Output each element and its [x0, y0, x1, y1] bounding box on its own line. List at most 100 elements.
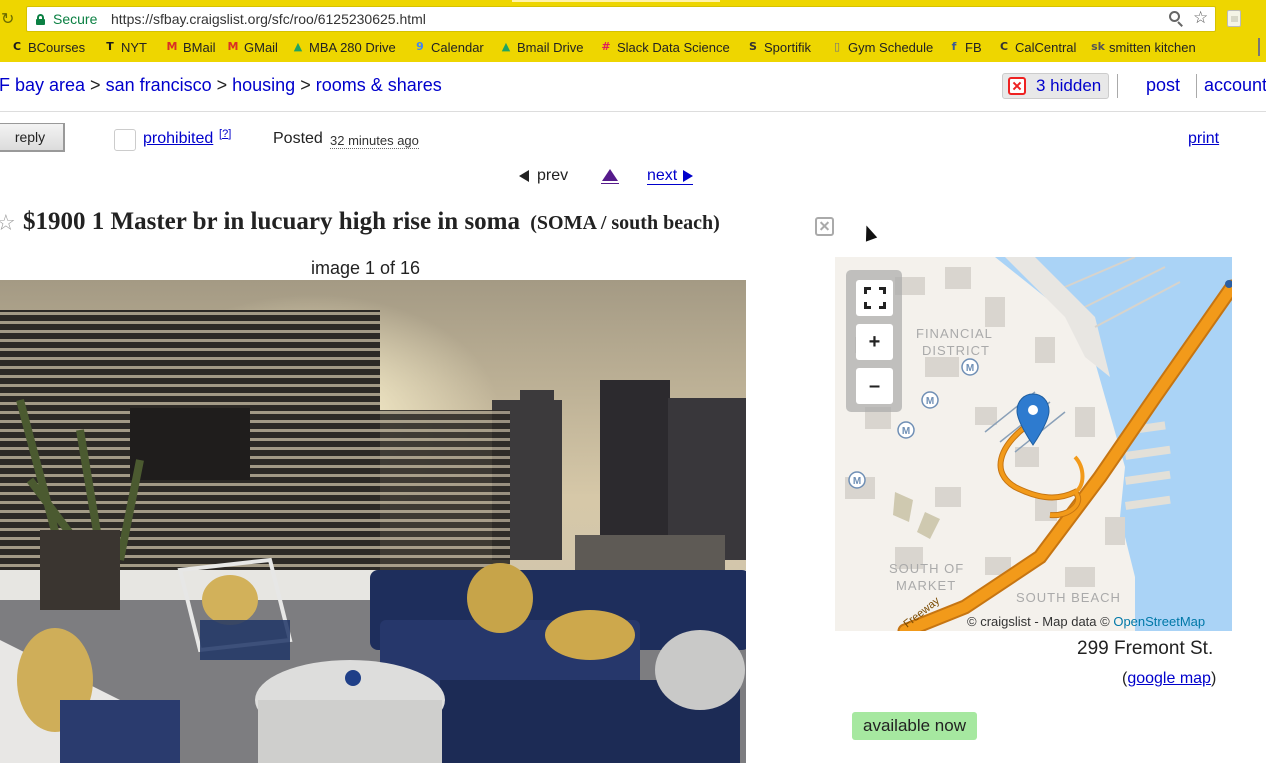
reply-button[interactable]: reply [0, 123, 65, 152]
bookmark-bcourses[interactable]: C BCourses [10, 36, 85, 58]
print-link[interactable]: print [1188, 130, 1219, 148]
lock-icon [36, 14, 45, 25]
svg-text:M: M [966, 363, 974, 374]
bookmark-mba-280-drive[interactable]: ▲ MBA 280 Drive [291, 36, 396, 58]
next-arrow-icon [683, 169, 694, 182]
svg-text:M: M [926, 396, 934, 407]
fullscreen-icon [863, 287, 886, 309]
account-link[interactable]: account [1204, 75, 1266, 96]
map-label-south-beach: SOUTH BEACH [1016, 590, 1121, 605]
url-text[interactable]: https://sfbay.craigslist.org/sfc/roo/612… [111, 11, 426, 27]
bookmarks-bar: C BCourses T NYT M BMail M GMail ▲ MBA 280 Drive 9… [0, 36, 1266, 58]
neighborhood: (SOMA / south beach) [530, 212, 720, 234]
image-counter: image 1 of 16 [311, 258, 421, 278]
minus-icon: – [868, 374, 881, 397]
hide-x-icon [1008, 77, 1026, 95]
flag-checkbox[interactable] [114, 129, 136, 151]
bookmark-star-icon[interactable]: ☆ [1193, 8, 1208, 28]
zoom-icon[interactable] [1169, 11, 1185, 27]
back-to-search-icon[interactable] [601, 167, 619, 185]
map-label-market: MARKET [896, 578, 956, 593]
smitten-kitchen-icon: sk [1091, 40, 1105, 53]
address-bar[interactable]: Secure https://sfbay.craigslist.org/sfc/… [26, 6, 1216, 32]
divider [1117, 74, 1118, 98]
bookmark-slack-data-science[interactable]: # Slack Data Science [599, 36, 730, 58]
bookmark-label: Bmail Drive [517, 39, 584, 55]
page-icon: ▯ [833, 40, 841, 53]
openstreetmap-link[interactable]: OpenStreetMap [1113, 614, 1205, 629]
zoom-in-button[interactable]: + [856, 324, 893, 360]
svg-text:M: M [902, 426, 910, 437]
hidden-count-label: 3 hidden [1036, 76, 1102, 95]
bookmark-label: Sportifik [764, 39, 811, 55]
map-controls: + – [846, 270, 902, 412]
crumb-subarea[interactable]: san francisco [106, 75, 212, 95]
map-attribution: © craigslist - Map data © OpenStreetMap [967, 614, 1205, 629]
zoom-out-button[interactable]: – [856, 368, 893, 404]
bookmark-smitten-kitchen[interactable]: sk smitten kitchen [1091, 36, 1196, 58]
flag-help-link[interactable]: [?] [219, 128, 231, 140]
bookmark-fb[interactable]: f FB [947, 36, 982, 58]
hide-posting-icon[interactable] [815, 217, 834, 236]
secure-label: Secure [53, 11, 98, 27]
google-map-link[interactable]: google map [1127, 670, 1211, 687]
slack-icon: # [601, 40, 611, 53]
sportifik-icon: S [749, 40, 757, 53]
bookmark-bmail-drive[interactable]: ▲ Bmail Drive [499, 36, 584, 58]
bookmark-label: BCourses [28, 39, 86, 55]
bookmark-calcentral[interactable]: C CalCentral [997, 36, 1076, 58]
bookmark-label: CalCentral [1015, 39, 1077, 55]
map-label-financial: FINANCIAL [916, 326, 993, 341]
bookmark-label: smitten kitchen [1109, 39, 1196, 55]
crumb-category[interactable]: housing [232, 75, 295, 95]
mouse-cursor-icon [860, 223, 878, 242]
calcentral-icon: C [999, 40, 1009, 53]
bookmark-gym-schedule[interactable]: ▯ Gym Schedule [830, 36, 933, 58]
bookmark-label: Gym Schedule [848, 39, 934, 55]
hidden-postings-button[interactable]: 3 hidden [1002, 73, 1109, 99]
plus-icon: + [868, 330, 881, 353]
prev-posting[interactable]: prev [519, 167, 568, 185]
crumb-subcategory[interactable]: rooms & shares [316, 75, 442, 95]
bookmark-label: NYT [121, 39, 147, 55]
availability-badge: available now [852, 712, 977, 740]
bookmark-label: Calendar [431, 39, 484, 55]
bookmark-gmail[interactable]: M GMail [226, 36, 278, 58]
post-link[interactable]: post [1146, 75, 1180, 96]
bookmark-bmail[interactable]: M BMail [165, 36, 216, 58]
bookmark-sportifik[interactable]: S Sportifik [746, 36, 811, 58]
bookmark-label: MBA 280 Drive [309, 39, 396, 55]
map-address: 299 Fremont St. [1077, 638, 1214, 659]
prev-arrow-icon [519, 170, 529, 182]
bookmarks-overflow-icon[interactable] [1258, 38, 1264, 56]
title-text: $1900 1 Master br in lucuary high rise i… [23, 208, 521, 235]
nyt-icon: T [106, 40, 114, 53]
location-map[interactable]: MMMM FINANCIAL DISTRICT SOUTH OF MARKET … [835, 257, 1232, 631]
posting-title: $1900 1 Master br in lucuary high rise i… [23, 208, 720, 236]
posted-label: Posted [273, 130, 323, 147]
prohibited-flag-link[interactable]: prohibited [143, 130, 213, 148]
bookmark-calendar[interactable]: 9 Calendar [413, 36, 484, 58]
reload-icon[interactable]: ↻ [1, 9, 17, 28]
extension-icon[interactable] [1227, 10, 1241, 27]
prev-label: prev [537, 167, 569, 184]
fullscreen-button[interactable] [856, 280, 893, 316]
bookmark-label: BMail [183, 39, 216, 55]
posted-time: 32 minutes ago [330, 133, 419, 149]
bookmark-label: Slack Data Science [617, 39, 730, 55]
map-label-district: DISTRICT [922, 343, 990, 358]
active-tab-marker [512, 0, 720, 2]
drive-icon: ▲ [501, 40, 511, 53]
facebook-icon: f [951, 40, 957, 53]
bookmark-nyt[interactable]: T NYT [103, 36, 147, 58]
posting-photo[interactable] [0, 280, 746, 763]
next-posting[interactable]: next [647, 167, 694, 185]
google-map-link-wrapper: (google map) [1122, 670, 1217, 687]
gmail-icon: M [227, 40, 239, 53]
divider [1196, 74, 1197, 98]
favorite-star-icon[interactable]: ☆ [0, 211, 16, 236]
craigslist-page: F bay area > san francisco > housing > rooms &… [0, 62, 1266, 763]
bookmark-label: FB [965, 39, 982, 55]
crumb-area[interactable]: F bay area [0, 75, 85, 95]
map-label-south-of: SOUTH OF [889, 561, 964, 576]
